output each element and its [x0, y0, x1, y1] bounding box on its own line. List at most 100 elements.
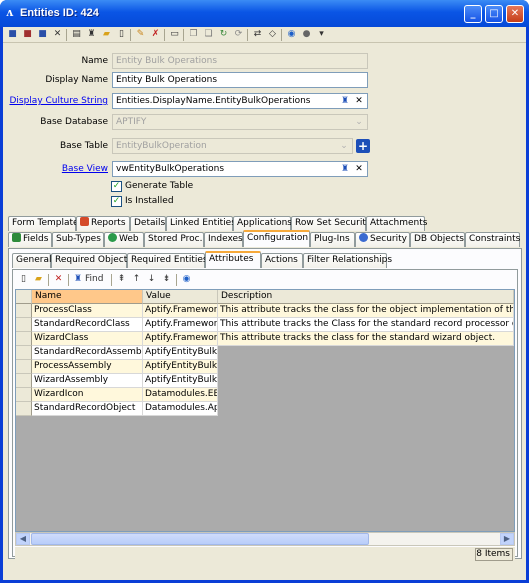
cell-description[interactable]: This attribute tracks the Class for the … — [218, 318, 514, 332]
find-binoculars-icon[interactable]: ♜ — [72, 273, 84, 286]
tab-reports[interactable]: Reports — [76, 216, 130, 231]
base-database-select[interactable]: APTIFY ⌄ — [112, 114, 368, 130]
save-new-icon[interactable]: ■ — [36, 28, 49, 41]
tab-form-templates[interactable]: Form Templates — [8, 216, 83, 231]
info-icon[interactable]: ● — [300, 28, 313, 41]
display-culture-string-link[interactable]: Display Culture String — [8, 96, 108, 106]
tab-constraints[interactable]: Constraints — [465, 232, 520, 247]
tab-web[interactable]: Web — [104, 232, 144, 247]
row-header[interactable] — [16, 374, 32, 388]
subtab-actions[interactable]: Actions — [261, 253, 303, 268]
subtab-general[interactable]: General — [12, 253, 51, 268]
tab-configuration[interactable]: Configuration — [243, 230, 310, 247]
tab-security[interactable]: Security — [355, 232, 410, 247]
last-record-icon[interactable]: ⇟ — [160, 273, 173, 286]
cell-value[interactable]: AptifyEntityBulkOp — [143, 346, 218, 360]
column-header-description[interactable]: Description — [218, 290, 514, 304]
toolbar-overflow-icon[interactable]: ▾ — [315, 28, 328, 41]
first-record-icon[interactable]: ⇞ — [115, 273, 128, 286]
table-row[interactable]: ProcessClass Aptify.Framework. This attr… — [16, 304, 514, 318]
cell-description[interactable]: This attribute tracks the class for the … — [218, 332, 514, 346]
is-installed-checkbox[interactable]: ✓ — [111, 196, 122, 207]
column-header-name[interactable]: Name — [32, 290, 143, 304]
name-field[interactable]: Entity Bulk Operations — [112, 53, 368, 69]
print-icon[interactable]: ▤ — [70, 28, 83, 41]
tab-db-objects[interactable]: DB Objects — [410, 232, 465, 247]
cell-name[interactable]: StandardRecordAssembly — [32, 346, 143, 360]
cell-name[interactable]: StandardRecordClass — [32, 318, 143, 332]
maximize-button[interactable]: □ — [485, 5, 503, 23]
save-icon[interactable]: ■ — [6, 28, 19, 41]
row-header[interactable] — [16, 332, 32, 346]
scroll-right-icon[interactable]: ▶ — [500, 533, 514, 545]
paste-icon[interactable]: ❑ — [202, 28, 215, 41]
base-view-link[interactable]: Base View — [33, 164, 108, 174]
eraser-icon[interactable]: ◇ — [266, 28, 279, 41]
tab-linked-entities[interactable]: Linked Entities — [166, 216, 236, 231]
cell-value[interactable]: Aptify.Framework. — [143, 332, 218, 346]
delete-record-icon[interactable]: ✕ — [52, 273, 65, 286]
cell-value[interactable]: Aptify.Framework. — [143, 304, 218, 318]
subtab-attributes[interactable]: Attributes — [205, 251, 261, 268]
base-table-select[interactable]: EntityBulkOperation ⌄ — [112, 138, 353, 154]
cell-value[interactable]: Datamodules.EBO\ — [143, 388, 218, 402]
binoculars-icon[interactable]: ♜ — [339, 95, 351, 107]
subtab-filter-relationships[interactable]: Filter Relationships — [303, 253, 392, 268]
row-header[interactable] — [16, 388, 32, 402]
cell-value[interactable]: Datamodules.Aptif — [143, 402, 218, 416]
delete-icon[interactable]: ✕ — [51, 28, 64, 41]
sync-icon[interactable]: ⟳ — [232, 28, 245, 41]
table-row[interactable]: WizardIcon Datamodules.EBO\ — [16, 388, 514, 402]
refresh-icon[interactable]: ↻ — [217, 28, 230, 41]
tab-fields[interactable]: Fields — [8, 232, 52, 247]
open-record-icon[interactable]: ▰ — [32, 273, 45, 286]
tab-plug-ins[interactable]: Plug-Ins — [310, 232, 355, 247]
row-header[interactable] — [16, 346, 32, 360]
scroll-left-icon[interactable]: ◀ — [16, 533, 30, 545]
scroll-thumb[interactable] — [31, 533, 369, 545]
column-header-value[interactable]: Value — [143, 290, 218, 304]
title-bar[interactable]: ʌ Entities ID: 424 _ □ ✕ — [0, 0, 529, 27]
display-culture-string-field[interactable]: Entities.DisplayName.EntityBulkOperation… — [112, 93, 368, 109]
new-record-icon[interactable]: ▯ — [17, 273, 30, 286]
table-row[interactable]: StandardRecordClass Aptify.Framework. Th… — [16, 318, 514, 332]
tab-indexes[interactable]: Indexes — [204, 232, 243, 247]
cell-name[interactable]: ProcessAssembly — [32, 360, 143, 374]
help-icon[interactable]: ◉ — [285, 28, 298, 41]
cell-value[interactable]: Aptify.Framework. — [143, 318, 218, 332]
minimize-button[interactable]: _ — [464, 5, 482, 23]
copy-icon[interactable]: ❐ — [187, 28, 200, 41]
tab-stored-proc[interactable]: Stored Proc. — [144, 232, 204, 247]
add-base-table-button[interactable]: + — [356, 139, 370, 153]
find-button[interactable]: Find — [85, 273, 107, 286]
properties-icon[interactable]: ▭ — [168, 28, 181, 41]
table-row[interactable]: WizardAssembly AptifyEntityBulkOp — [16, 374, 514, 388]
cell-name[interactable]: StandardRecordObject — [32, 402, 143, 416]
subtab-required-entities[interactable]: Required Entities — [127, 253, 208, 268]
cell-description[interactable]: This attribute tracks the class for the … — [218, 304, 514, 318]
cell-name[interactable]: WizardClass — [32, 332, 143, 346]
base-view-field[interactable]: vwEntityBulkOperations ♜ ✕ — [112, 161, 368, 177]
generate-table-checkbox[interactable]: ✓ — [111, 181, 122, 192]
row-header[interactable] — [16, 318, 32, 332]
row-header[interactable] — [16, 304, 32, 318]
document-icon[interactable]: ▯ — [115, 28, 128, 41]
horizontal-scrollbar[interactable]: ◀ ▶ — [15, 532, 515, 546]
tab-applications[interactable]: Applications — [233, 216, 292, 231]
tab-attachments[interactable]: Attachments — [366, 216, 427, 231]
cell-name[interactable]: WizardAssembly — [32, 374, 143, 388]
close-button[interactable]: ✕ — [506, 5, 524, 23]
clear-icon[interactable]: ✕ — [353, 163, 365, 175]
row-header[interactable] — [16, 360, 32, 374]
open-folder-icon[interactable]: ▰ — [100, 28, 113, 41]
link-icon[interactable]: ⇄ — [251, 28, 264, 41]
tab-sub-types[interactable]: Sub-Types — [52, 232, 104, 247]
tab-details[interactable]: Details — [130, 216, 166, 231]
save-close-icon[interactable]: ■ — [21, 28, 34, 41]
binoculars-icon[interactable]: ♜ — [339, 163, 351, 175]
display-name-field[interactable]: Entity Bulk Operations — [112, 72, 368, 88]
table-row[interactable]: WizardClass Aptify.Framework. This attri… — [16, 332, 514, 346]
next-record-icon[interactable]: ↓ — [145, 273, 158, 286]
cell-value[interactable]: AptifyEntityBulkOp — [143, 360, 218, 374]
grid-help-icon[interactable]: ◉ — [180, 273, 193, 286]
